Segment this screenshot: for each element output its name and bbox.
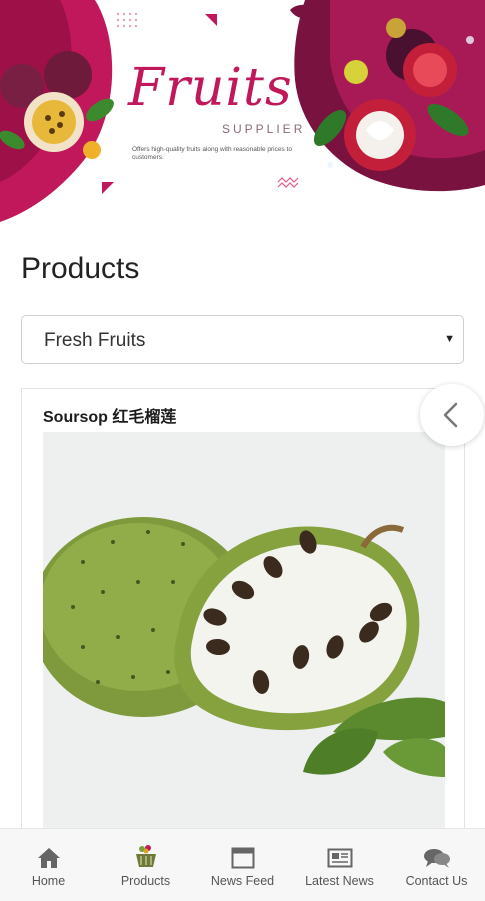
- nav-item-news-feed[interactable]: News Feed: [194, 829, 291, 901]
- category-select-value: Fresh Fruits: [44, 330, 146, 351]
- banner-title: Fruits: [128, 58, 293, 118]
- product-name: Soursop 红毛榴莲: [43, 409, 177, 426]
- page-title: Products: [21, 252, 140, 285]
- browser-window-icon: [231, 847, 254, 869]
- newspaper-icon: [327, 848, 352, 868]
- chevron-down-icon: ▼: [444, 333, 455, 345]
- home-icon: [37, 848, 60, 868]
- basket-icon: [135, 845, 156, 867]
- nav-label-news-feed: News Feed: [210, 874, 275, 888]
- nav-item-contact-us[interactable]: Contact Us: [388, 829, 485, 901]
- nav-label-products: Products: [120, 874, 171, 888]
- nav-item-products[interactable]: Products: [97, 829, 194, 901]
- category-select[interactable]: Fresh Fruits ▼: [21, 315, 464, 364]
- bottom-nav: Home Products News Feed Latest News Cont…: [0, 828, 485, 901]
- nav-item-home[interactable]: Home: [0, 829, 97, 901]
- side-panel-toggle[interactable]: [420, 384, 484, 446]
- nav-label-contact-us: Contact Us: [405, 874, 468, 888]
- product-image: [43, 432, 445, 852]
- nav-label-home: Home: [31, 874, 66, 888]
- nav-item-latest-news[interactable]: Latest News: [291, 829, 388, 901]
- chevron-left-icon: [443, 402, 458, 428]
- banner-tagline: Offers high-quality fruits along with re…: [132, 146, 292, 161]
- hero-banner: Fruits SUPPLIER Offers high-quality frui…: [0, 0, 485, 222]
- product-card[interactable]: Soursop 红毛榴莲: [21, 388, 465, 852]
- chat-bubbles-icon: [423, 849, 450, 868]
- nav-label-latest-news: Latest News: [305, 874, 374, 888]
- banner-subtitle: SUPPLIER: [222, 122, 306, 136]
